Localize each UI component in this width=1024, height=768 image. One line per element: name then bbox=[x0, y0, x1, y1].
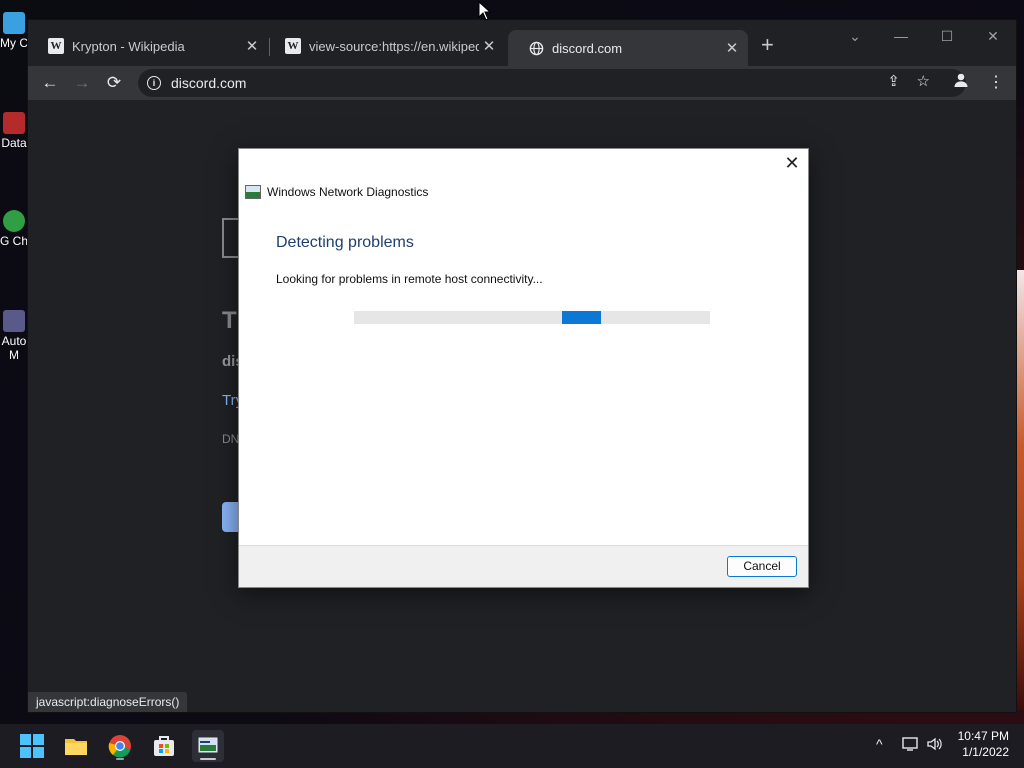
tab-close-icon[interactable]: ✕ bbox=[722, 39, 742, 57]
dialog-heading: Detecting problems bbox=[276, 234, 414, 251]
status-bubble: javascript:diagnoseErrors() bbox=[28, 692, 188, 712]
url-text[interactable]: discord.com bbox=[171, 75, 246, 91]
volume-icon[interactable] bbox=[926, 736, 943, 755]
dialog-footer: Cancel bbox=[239, 545, 808, 587]
system-clock[interactable]: 10:47 PM 1/1/2022 bbox=[958, 728, 1009, 760]
close-window-button[interactable]: ✕ bbox=[970, 26, 1016, 46]
running-indicator bbox=[116, 758, 124, 760]
wikipedia-favicon-icon: W bbox=[285, 38, 301, 54]
progress-indicator bbox=[562, 311, 601, 324]
maximize-button[interactable]: ☐ bbox=[924, 26, 970, 46]
dialog-message: Looking for problems in remote host conn… bbox=[276, 272, 543, 286]
error-title: T bbox=[222, 307, 237, 334]
taskbar-store[interactable] bbox=[148, 730, 180, 762]
site-info-icon[interactable]: i bbox=[147, 76, 161, 90]
taskbar: ^ 10:47 PM 1/1/2022 bbox=[0, 724, 1024, 768]
desktop-icon-my-computer[interactable]: My C bbox=[0, 12, 28, 50]
network-tray-icon[interactable] bbox=[902, 736, 919, 755]
taskbar-file-explorer[interactable] bbox=[60, 730, 92, 762]
taskbar-network-diagnostics[interactable] bbox=[192, 730, 224, 762]
tab-discord[interactable]: discord.com ✕ bbox=[508, 30, 748, 66]
tab-title: discord.com bbox=[552, 40, 623, 56]
desktop-icon-label: G Ch bbox=[0, 234, 29, 248]
profile-icon[interactable] bbox=[953, 72, 969, 93]
tab-krypton-wikipedia[interactable]: W Krypton - Wikipedia ✕ bbox=[28, 30, 268, 62]
desktop-icon-chrome[interactable]: G Ch bbox=[0, 210, 28, 248]
shortcut-icon bbox=[3, 310, 25, 332]
desktop-icon-auto[interactable]: Auto M bbox=[0, 310, 28, 362]
progress-bar bbox=[354, 311, 710, 324]
forward-arrow-icon[interactable]: → bbox=[72, 73, 92, 93]
file-explorer-icon bbox=[65, 739, 87, 755]
desktop-icon-label: Auto M bbox=[1, 334, 27, 362]
running-indicator bbox=[200, 758, 216, 760]
tab-close-icon[interactable]: ✕ bbox=[479, 37, 499, 55]
shortcut-icon bbox=[3, 112, 25, 134]
tab-close-icon[interactable]: ✕ bbox=[242, 37, 262, 55]
reload-icon[interactable]: ⟳ bbox=[104, 73, 124, 93]
clock-date: 1/1/2022 bbox=[962, 745, 1009, 759]
bookmark-star-icon[interactable]: ☆ bbox=[917, 72, 930, 90]
desktop-icon-label: Data bbox=[1, 136, 27, 150]
share-icon[interactable]: ⇪ bbox=[887, 72, 900, 90]
network-diagnostics-icon bbox=[245, 185, 261, 199]
dialog-close-button[interactable]: ✕ bbox=[782, 153, 802, 173]
mouse-cursor-icon bbox=[478, 1, 492, 21]
dialog-title-bar: Windows Network Diagnostics bbox=[245, 185, 428, 199]
back-arrow-icon[interactable]: ← bbox=[40, 73, 60, 93]
tab-title: Krypton - Wikipedia bbox=[72, 38, 185, 54]
clock-time: 10:47 PM bbox=[957, 729, 1009, 743]
browser-toolbar: ← → ⟳ i discord.com ⇪ ☆ ⋮ bbox=[28, 66, 1016, 100]
cancel-button[interactable]: Cancel bbox=[727, 556, 797, 577]
minimize-button[interactable]: — bbox=[878, 26, 924, 46]
error-code: DN bbox=[222, 432, 240, 446]
show-hidden-icons-chevron-icon[interactable]: ^ bbox=[876, 736, 883, 752]
tab-title: view-source:https://en.wikipedia bbox=[309, 38, 479, 54]
menu-kebab-icon[interactable]: ⋮ bbox=[988, 72, 1004, 92]
address-bar[interactable]: i discord.com bbox=[138, 69, 966, 97]
chrome-shortcut-icon bbox=[3, 210, 25, 232]
dialog-title: Windows Network Diagnostics bbox=[267, 185, 429, 199]
computer-icon bbox=[3, 12, 25, 34]
tab-search-button[interactable]: ⌄ bbox=[832, 26, 878, 46]
tab-view-source[interactable]: W view-source:https://en.wikipedia ✕ bbox=[265, 30, 505, 62]
desktop-icon-data[interactable]: Data bbox=[0, 112, 28, 150]
start-button[interactable] bbox=[16, 730, 48, 762]
wikipedia-favicon-icon: W bbox=[48, 38, 64, 54]
store-icon bbox=[154, 736, 174, 756]
desktop-icon-label: My C bbox=[0, 36, 28, 50]
tab-strip: W Krypton - Wikipedia ✕ W view-source:ht… bbox=[28, 20, 1016, 66]
globe-icon bbox=[528, 40, 544, 56]
network-diagnostics-dialog: ✕ Windows Network Diagnostics Detecting … bbox=[238, 148, 809, 588]
taskbar-chrome[interactable] bbox=[104, 730, 136, 762]
start-icon bbox=[20, 734, 44, 758]
new-tab-button[interactable]: + bbox=[761, 34, 774, 56]
